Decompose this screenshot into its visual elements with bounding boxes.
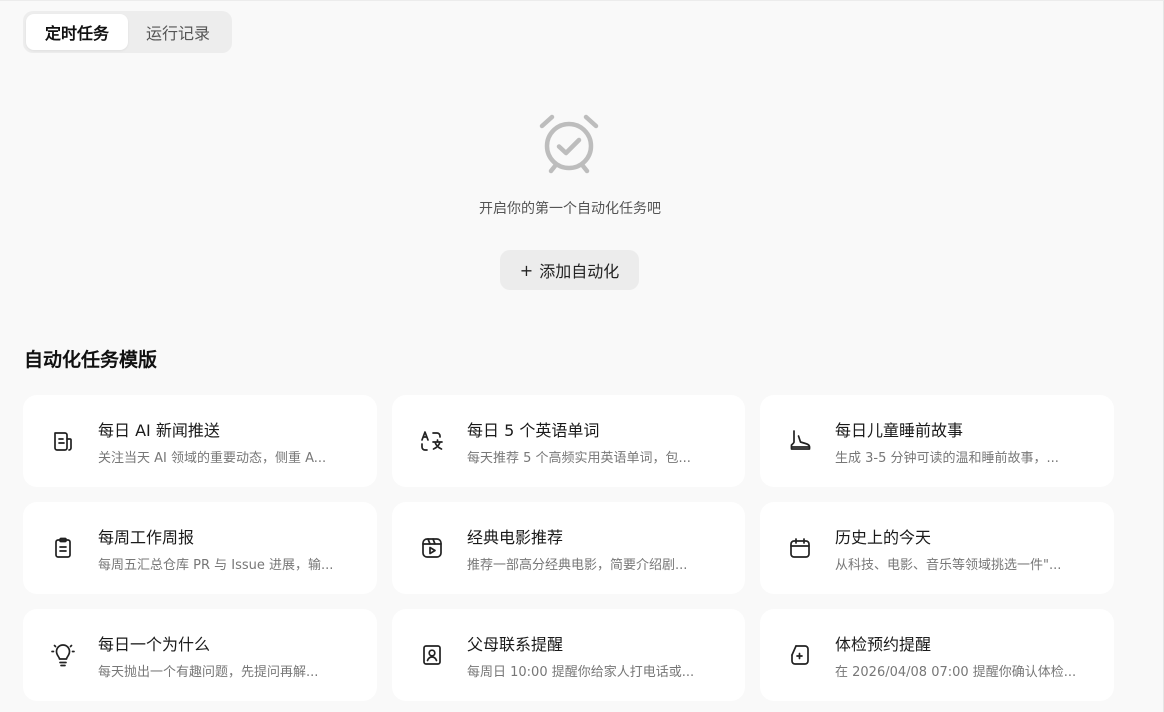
template-card-classic-movie[interactable]: 经典电影推荐 推荐一部高分经典电影，简要介绍剧... — [392, 502, 745, 594]
templates-grid: 每日 AI 新闻推送 关注当天 AI 领域的重要动态，侧重 A... 每日 5 … — [23, 395, 1114, 701]
template-title: 每日儿童睡前故事 — [835, 420, 964, 440]
template-title: 每日一个为什么 — [98, 634, 211, 654]
template-title: 父母联系提醒 — [467, 634, 564, 654]
empty-state-message: 开启你的第一个自动化任务吧 — [479, 201, 661, 217]
template-title: 每周工作周报 — [98, 527, 195, 547]
template-desc: 从科技、电影、音乐等领域挑选一件"... — [835, 557, 1062, 573]
film-play-icon — [418, 534, 446, 562]
alarm-clock-check-icon — [539, 114, 599, 174]
tab-bar: 定时任务 运行记录 — [23, 11, 232, 53]
template-title: 体检预约提醒 — [835, 634, 932, 654]
template-title: 历史上的今天 — [835, 527, 932, 547]
template-card-today-in-history[interactable]: 历史上的今天 从科技、电影、音乐等领域挑选一件"... — [760, 502, 1114, 594]
template-card-checkup-reminder[interactable]: 体检预约提醒 在 2026/04/08 07:00 提醒你确认体检... — [760, 609, 1114, 701]
template-card-english-words[interactable]: 每日 5 个英语单词 每天推荐 5 个高频实用英语单词，包... — [392, 395, 745, 487]
template-title: 每日 AI 新闻推送 — [98, 420, 220, 440]
automation-page: 定时任务 运行记录 开启你的第一个自动化任务吧 + 添加自动化 自动化任务模版 … — [0, 0, 1164, 712]
template-desc: 推荐一部高分经典电影，简要介绍剧... — [467, 557, 688, 573]
news-icon — [49, 427, 77, 455]
template-desc: 在 2026/04/08 07:00 提醒你确认体检... — [835, 664, 1077, 680]
lightbulb-icon — [49, 641, 77, 669]
boot-icon — [786, 427, 814, 455]
template-title: 经典电影推荐 — [467, 527, 564, 547]
template-title: 每日 5 个英语单词 — [467, 420, 600, 440]
template-card-ai-news[interactable]: 每日 AI 新闻推送 关注当天 AI 领域的重要动态，侧重 A... — [23, 395, 377, 487]
template-desc: 每周日 10:00 提醒你给家人打电话或... — [467, 664, 695, 680]
calendar-icon — [786, 534, 814, 562]
add-automation-label: 添加自动化 — [539, 262, 620, 281]
template-card-parents-contact[interactable]: 父母联系提醒 每周日 10:00 提醒你给家人打电话或... — [392, 609, 745, 701]
plus-icon: + — [519, 260, 534, 280]
template-desc: 关注当天 AI 领域的重要动态，侧重 A... — [98, 450, 327, 466]
template-card-daily-why[interactable]: 每日一个为什么 每天抛出一个有趣问题，先提问再解... — [23, 609, 377, 701]
template-desc: 生成 3-5 分钟可读的温和睡前故事，... — [835, 450, 1059, 466]
templates-section-title: 自动化任务模版 — [24, 349, 158, 371]
template-card-weekly-report[interactable]: 每周工作周报 每周五汇总仓库 PR 与 Issue 进展，输... — [23, 502, 377, 594]
template-card-bedtime-story[interactable]: 每日儿童睡前故事 生成 3-5 分钟可读的温和睡前故事，... — [760, 395, 1114, 487]
clipboard-icon — [49, 534, 77, 562]
template-desc: 每天抛出一个有趣问题，先提问再解... — [98, 664, 319, 680]
medical-checkup-icon — [786, 641, 814, 669]
template-desc: 每天推荐 5 个高频实用英语单词，包... — [467, 450, 691, 466]
tab-scheduled-tasks[interactable]: 定时任务 — [26, 14, 128, 50]
add-automation-button[interactable]: + 添加自动化 — [500, 250, 639, 290]
template-desc: 每周五汇总仓库 PR 与 Issue 进展，输... — [98, 557, 334, 573]
tab-run-history[interactable]: 运行记录 — [128, 14, 228, 50]
contact-book-icon — [418, 641, 446, 669]
translate-icon — [418, 427, 446, 455]
